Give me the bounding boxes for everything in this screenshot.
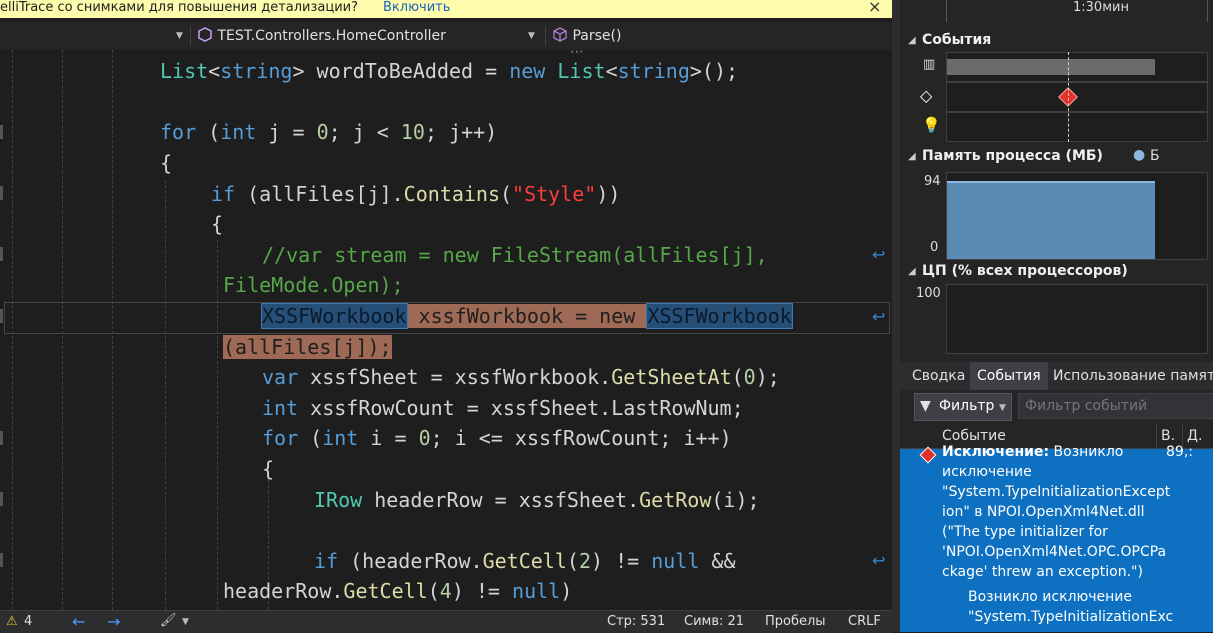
warning-icon[interactable]: ⚠	[6, 614, 18, 629]
intellitrace-bulb-icon: 💡	[922, 116, 941, 134]
class-icon	[198, 27, 212, 42]
events-section-title: События	[922, 32, 992, 48]
code-line: IRow headerRow = xssfSheet.GetRow(i);	[314, 488, 760, 512]
code-line: XSSFWorkbook xssfWorkbook = new XSSFWork…	[261, 303, 793, 329]
code-line: if (allFiles[j].Contains("Style"))	[211, 182, 621, 206]
class-selector-label: TEST.Controllers.HomeController	[217, 28, 446, 44]
close-icon[interactable]: ×	[868, 0, 881, 16]
fold-marker[interactable]	[0, 186, 3, 200]
intellitrace-track[interactable]	[946, 112, 1208, 142]
events-track[interactable]	[946, 52, 1208, 82]
cpu-section-title: ЦП (% всех процессоров)	[922, 263, 1128, 279]
column-indicator[interactable]: Симв: 21	[684, 614, 744, 629]
legend-dot-icon: ●	[1133, 147, 1146, 163]
navigate-back-icon[interactable]: ←	[72, 612, 85, 631]
memory-area	[947, 181, 1155, 259]
collapse-icon[interactable]: ◢	[908, 151, 916, 162]
event-filter-input[interactable]	[1018, 393, 1213, 419]
tab-events[interactable]: События	[970, 362, 1048, 390]
warning-count[interactable]: 4	[24, 614, 32, 629]
class-selector[interactable]: TEST.Controllers.HomeController ▼	[190, 26, 542, 46]
line-indicator[interactable]: Стр: 531	[607, 614, 665, 629]
code-line: {	[160, 151, 173, 175]
code-line: {	[262, 457, 275, 481]
memory-axis-max: 94	[924, 174, 941, 189]
code-editor[interactable]: ⋯ List<string> wordToBeAdded = new List<…	[0, 50, 892, 610]
fold-marker[interactable]	[0, 309, 3, 323]
method-selector[interactable]: Parse()	[545, 26, 892, 46]
code-line: int xssfRowCount = xssfSheet.LastRowNum;	[262, 396, 744, 420]
code-line: {	[211, 212, 224, 236]
memory-chart[interactable]	[946, 172, 1208, 260]
pause-icon: ▥	[923, 57, 936, 72]
whitespace-indicator[interactable]: Пробелы	[765, 614, 826, 629]
event-detail: Возникло исключение "System.TypeInitiali…	[968, 589, 1174, 625]
chevron-down-icon: ▼	[528, 31, 535, 41]
navigation-bar: ▼ TEST.Controllers.HomeController ▼ Pars…	[0, 22, 892, 51]
code-line: (allFiles[j]);	[223, 335, 392, 359]
info-bar-message: elliTrace со снимками для повышения дета…	[0, 0, 359, 15]
code-line: if (headerRow.GetCell(2) != null &&	[314, 549, 736, 573]
code-line: headerRow.GetCell(4) != null)	[223, 579, 573, 603]
navigate-forward-icon[interactable]: →	[107, 612, 120, 631]
current-time-cursor	[1068, 52, 1069, 142]
filter-button[interactable]: ▼ Фильтр ▼	[914, 393, 1012, 421]
filter-bar: ▼ Фильтр ▼	[900, 392, 1213, 422]
chevron-down-icon: ▼	[999, 403, 1006, 413]
fold-marker[interactable]	[0, 492, 3, 506]
tab-memory-usage[interactable]: Использование памяти	[1046, 362, 1213, 390]
cpu-axis-max: 100	[916, 286, 941, 301]
collapse-icon[interactable]: ◢	[908, 35, 916, 46]
enable-link[interactable]: Включить	[383, 0, 450, 15]
memory-section-title: Память процесса (МБ)	[922, 148, 1103, 164]
code-line: //var stream = new FileStream(allFiles[j…	[262, 243, 768, 267]
indent-guide	[217, 240, 218, 610]
break-bar	[947, 59, 1155, 75]
collapse-icon[interactable]: ◢	[908, 266, 916, 277]
exception-diamond-icon: ◇	[920, 86, 933, 105]
event-time: 89,:	[1166, 444, 1193, 460]
eol-indicator[interactable]: CRLF	[848, 614, 881, 629]
method-icon	[553, 27, 567, 42]
filter-button-label: Фильтр	[939, 398, 995, 414]
exception-diamond-icon	[919, 446, 937, 464]
code-line: List<string> wordToBeAdded = new List<st…	[160, 59, 739, 83]
tab-summary[interactable]: Сводка	[906, 362, 971, 390]
memory-legend: Б	[1150, 148, 1160, 164]
code-line: var xssfSheet = xssfWorkbook.GetSheetAt(…	[262, 365, 780, 389]
filter-icon: ▼	[920, 398, 931, 414]
time-label: 1:30мин	[1073, 0, 1129, 15]
diagnostic-tools-panel: 1:30мин ◢ События ▥ ◇ 💡 ◢ Память процесс…	[900, 0, 1213, 632]
diagnostic-tabs: Сводка События Использование памяти	[900, 362, 1213, 390]
event-description: Исключение: Возникло исключение "System.…	[942, 444, 1171, 580]
cpu-chart[interactable]	[946, 284, 1208, 354]
word-wrap-icon: ↩	[872, 551, 886, 570]
fold-marker[interactable]	[0, 553, 3, 567]
code-line: FileMode.Open);	[223, 273, 404, 297]
memory-axis-min: 0	[930, 240, 939, 255]
indent-guide	[165, 180, 166, 610]
word-wrap-icon: ↩	[872, 245, 886, 264]
chevron-down-icon[interactable]: ▼	[182, 617, 189, 627]
exceptions-track[interactable]	[946, 82, 1208, 112]
chevron-down-icon[interactable]: ▼	[176, 31, 183, 41]
method-selector-label: Parse()	[572, 28, 622, 44]
code-line: for (int j = 0; j < 10; j++)	[160, 120, 498, 144]
info-bar: elliTrace со снимками для повышения дета…	[0, 0, 892, 18]
event-row-selected[interactable]: Исключение: Возникло исключение "System.…	[900, 444, 1213, 632]
fold-marker[interactable]	[0, 431, 3, 445]
code-line: for (int i = 0; i <= xssfRowCount; i++)	[262, 426, 732, 450]
word-wrap-icon: ↩	[872, 307, 886, 326]
panel-splitter[interactable]	[892, 0, 900, 632]
fold-marker[interactable]	[0, 125, 3, 139]
fold-marker[interactable]	[0, 247, 3, 261]
status-bar: ⚠ 4 ← → 🖌 ▼ Стр: 531 Симв: 21 Пробелы CR…	[0, 610, 892, 633]
cleanup-brush-icon[interactable]: 🖌	[160, 613, 177, 628]
